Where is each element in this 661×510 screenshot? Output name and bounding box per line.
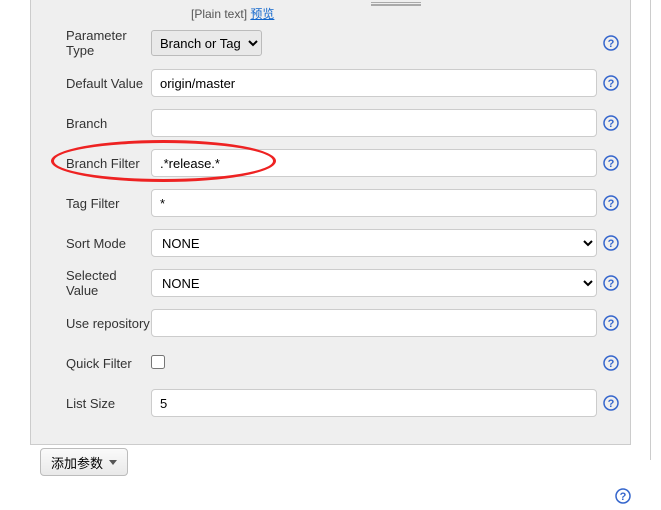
row-branch: Branch ? bbox=[41, 108, 620, 138]
add-parameter-label: 添加参数 bbox=[51, 453, 103, 472]
row-selected-value: Selected Value NONE ? bbox=[41, 268, 620, 298]
input-branch[interactable] bbox=[151, 109, 597, 137]
label-tag-filter: Tag Filter bbox=[41, 196, 151, 211]
preview-link[interactable]: 预览 bbox=[250, 7, 274, 21]
row-branch-filter: Branch Filter ? bbox=[41, 148, 620, 178]
select-parameter-type[interactable]: Branch or Tag bbox=[151, 30, 262, 56]
label-use-repository: Use repository bbox=[41, 316, 151, 331]
help-icon[interactable]: ? bbox=[602, 355, 620, 371]
label-selected-value: Selected Value bbox=[41, 268, 151, 298]
config-panel: [Plain text] 预览 Parameter Type Branch or… bbox=[30, 0, 631, 445]
row-tag-filter: Tag Filter ? bbox=[41, 188, 620, 218]
svg-text:?: ? bbox=[608, 158, 615, 170]
outer-right-border bbox=[650, 0, 651, 460]
row-quick-filter: Quick Filter ? bbox=[41, 348, 620, 378]
svg-text:?: ? bbox=[608, 398, 615, 410]
label-parameter-type: Parameter Type bbox=[41, 28, 151, 58]
help-icon[interactable]: ? bbox=[602, 195, 620, 211]
svg-text:?: ? bbox=[608, 278, 615, 290]
input-default-value[interactable] bbox=[151, 69, 597, 97]
label-sort-mode: Sort Mode bbox=[41, 236, 151, 251]
row-default-value: Default Value ? bbox=[41, 68, 620, 98]
plain-text-label: [Plain text] bbox=[191, 7, 247, 21]
svg-text:?: ? bbox=[620, 491, 627, 503]
input-list-size[interactable] bbox=[151, 389, 597, 417]
form-area: [Plain text] 预览 Parameter Type Branch or… bbox=[31, 0, 630, 438]
help-icon[interactable]: ? bbox=[602, 35, 620, 51]
help-icon[interactable]: ? bbox=[602, 395, 620, 411]
description-plain-text-row: [Plain text] 预览 bbox=[191, 5, 620, 22]
row-sort-mode: Sort Mode NONE ? bbox=[41, 228, 620, 258]
svg-text:?: ? bbox=[608, 198, 615, 210]
row-list-size: List Size ? bbox=[41, 388, 620, 418]
label-branch-filter: Branch Filter bbox=[41, 156, 151, 171]
label-branch: Branch bbox=[41, 116, 151, 131]
row-parameter-type: Parameter Type Branch or Tag ? bbox=[41, 28, 620, 58]
chevron-down-icon bbox=[109, 460, 117, 465]
select-selected-value[interactable]: NONE bbox=[151, 269, 597, 297]
svg-text:?: ? bbox=[608, 358, 615, 370]
help-icon[interactable]: ? bbox=[602, 235, 620, 251]
input-branch-filter[interactable] bbox=[151, 149, 597, 177]
input-use-repository[interactable] bbox=[151, 309, 597, 337]
input-tag-filter[interactable] bbox=[151, 189, 597, 217]
label-list-size: List Size bbox=[41, 396, 151, 411]
row-use-repository: Use repository ? bbox=[41, 308, 620, 338]
label-default-value: Default Value bbox=[41, 76, 151, 91]
help-icon[interactable]: ? bbox=[602, 75, 620, 91]
label-quick-filter: Quick Filter bbox=[41, 356, 151, 371]
select-sort-mode[interactable]: NONE bbox=[151, 229, 597, 257]
drag-handle[interactable] bbox=[371, 2, 421, 6]
svg-text:?: ? bbox=[608, 318, 615, 330]
svg-text:?: ? bbox=[608, 118, 615, 130]
help-icon[interactable]: ? bbox=[602, 115, 620, 131]
help-icon[interactable]: ? bbox=[602, 275, 620, 291]
svg-text:?: ? bbox=[608, 238, 615, 250]
svg-text:?: ? bbox=[608, 38, 615, 50]
help-icon[interactable]: ? bbox=[602, 155, 620, 171]
add-parameter-button[interactable]: 添加参数 bbox=[40, 448, 128, 476]
svg-text:?: ? bbox=[608, 78, 615, 90]
checkbox-quick-filter[interactable] bbox=[151, 355, 165, 369]
help-icon[interactable]: ? bbox=[602, 315, 620, 331]
help-icon[interactable]: ? bbox=[615, 488, 631, 504]
